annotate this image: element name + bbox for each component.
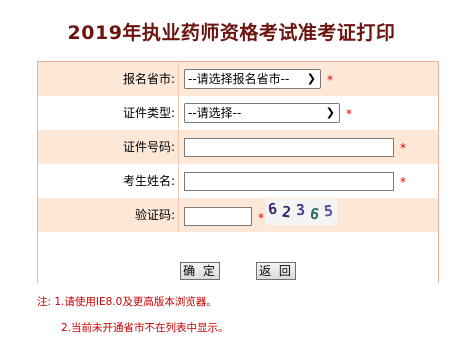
chevron-down-icon: ❯	[325, 106, 335, 119]
required-mark: *	[400, 175, 406, 189]
required-mark: *	[327, 73, 333, 87]
column-divider	[178, 96, 179, 130]
id-type-row: 证件类型: --请选择-- ❯ *	[38, 96, 438, 131]
column-divider	[178, 198, 179, 232]
captcha-character: 6	[308, 204, 321, 224]
captcha-input[interactable]	[184, 207, 252, 226]
required-mark: *	[400, 141, 406, 155]
id-number-input[interactable]	[184, 138, 394, 157]
back-button[interactable]: 返 回	[256, 262, 296, 280]
id-type-select[interactable]: --请选择-- ❯	[184, 103, 340, 123]
column-divider	[178, 130, 179, 164]
captcha-character: 2	[281, 202, 292, 222]
captcha-image-text: 62365	[266, 199, 338, 225]
province-label: 报名省市:	[122, 72, 175, 86]
candidate-name-label: 考生姓名:	[122, 174, 175, 188]
candidate-name-input[interactable]	[184, 172, 394, 191]
captcha-character: 6	[266, 199, 279, 219]
id-type-select-value: --请选择--	[188, 106, 242, 120]
required-mark: *	[258, 211, 264, 225]
column-divider	[178, 164, 179, 198]
candidate-name-row: 考生姓名: *	[38, 164, 438, 199]
required-mark: *	[346, 107, 352, 121]
captcha-image[interactable]: 62365	[266, 199, 338, 225]
captcha-character: 3	[295, 200, 306, 220]
province-select[interactable]: --请选择报名省市-- ❯	[184, 69, 321, 89]
chevron-down-icon: ❯	[306, 72, 316, 85]
province-select-value: --请选择报名省市--	[188, 72, 290, 86]
column-divider	[178, 62, 179, 96]
id-type-label: 证件类型:	[122, 106, 175, 120]
captcha-character: 5	[323, 201, 334, 221]
id-number-label: 证件号码:	[122, 140, 175, 154]
form-footer-row	[38, 232, 438, 283]
page-title: 2019年执业药师资格考试准考证打印	[67, 22, 396, 44]
captcha-row: 验证码: * 62365	[38, 198, 438, 233]
id-number-row: 证件号码: *	[38, 130, 438, 165]
confirm-button[interactable]: 确 定	[180, 262, 220, 280]
captcha-label: 验证码:	[134, 208, 175, 222]
province-row: 报名省市: --请选择报名省市-- ❯ *	[38, 62, 438, 97]
admission-ticket-form: 报名省市: --请选择报名省市-- ❯ * 证件类型: --请选择-- ❯ * …	[37, 61, 439, 283]
note-line-2: 2.当前未开通省市不在列表中显示。	[61, 322, 229, 334]
note-line-1: 注: 1.请使用IE8.0及更高版本浏览器。	[37, 296, 217, 308]
